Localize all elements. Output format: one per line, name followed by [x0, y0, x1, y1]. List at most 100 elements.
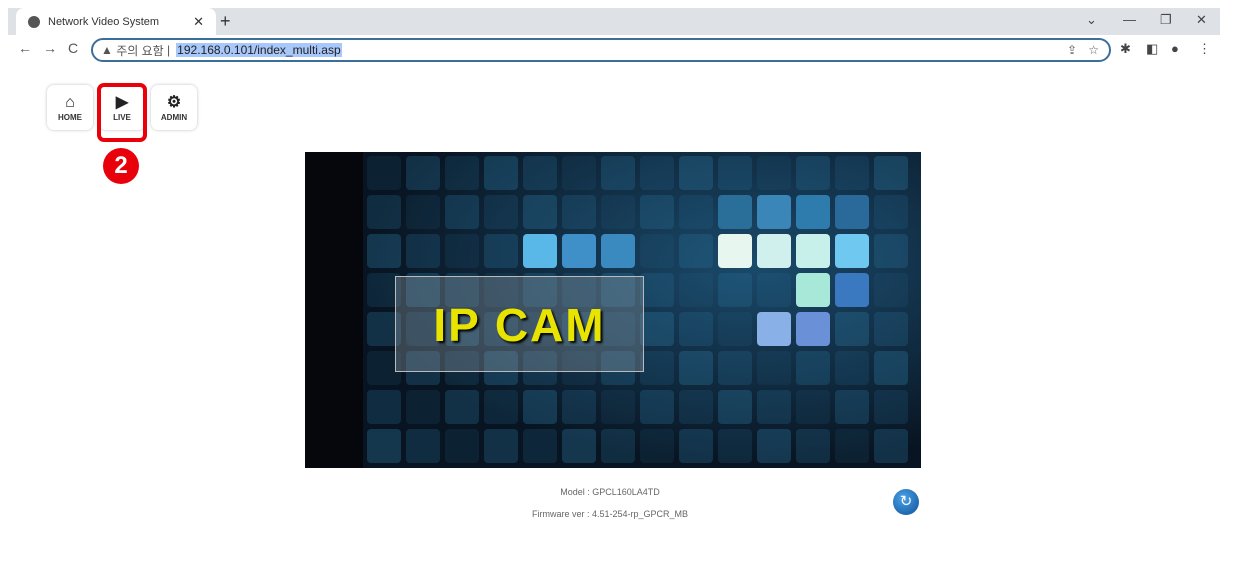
bookmark-star-icon[interactable]: ☆ — [1088, 43, 1099, 57]
home-label: HOME — [58, 113, 82, 122]
video-tile — [601, 390, 635, 424]
step-badge: 2 — [103, 148, 139, 184]
video-tile — [523, 156, 557, 190]
video-tile — [757, 351, 791, 385]
video-tile — [835, 351, 869, 385]
share-icon[interactable]: ⇪ — [1067, 43, 1077, 57]
video-tile — [484, 234, 518, 268]
video-tile — [640, 390, 674, 424]
video-tile — [445, 234, 479, 268]
video-tile — [640, 351, 674, 385]
home-button[interactable]: ⌂ HOME — [47, 85, 93, 130]
video-tile — [718, 195, 752, 229]
video-tile — [679, 273, 713, 307]
video-tile — [562, 234, 596, 268]
video-tile — [445, 390, 479, 424]
video-tile — [874, 312, 908, 346]
video-tile — [523, 390, 557, 424]
video-tile — [796, 156, 830, 190]
back-icon[interactable]: ← — [18, 40, 32, 56]
forward-icon[interactable]: → — [43, 40, 57, 56]
video-tile — [484, 195, 518, 229]
video-tile — [445, 156, 479, 190]
tab-bar: Network Video System ✕ + ⌄ — ❐ ✕ — [8, 8, 1220, 35]
model-text: Model : GPCL160LA4TD — [560, 487, 660, 497]
video-tile — [445, 429, 479, 463]
minimize-button[interactable]: — — [1123, 12, 1136, 27]
video-tile — [484, 156, 518, 190]
video-tile — [367, 156, 401, 190]
video-tile — [718, 390, 752, 424]
video-tile — [835, 429, 869, 463]
extensions-icon[interactable]: ✱ — [1120, 41, 1131, 57]
video-tile — [757, 195, 791, 229]
video-tile — [718, 273, 752, 307]
side-panel-icon[interactable]: ◧ — [1146, 41, 1158, 57]
video-tile — [367, 234, 401, 268]
video-tile — [796, 351, 830, 385]
video-tile — [874, 351, 908, 385]
video-tile — [718, 351, 752, 385]
video-tile — [406, 234, 440, 268]
reload-icon[interactable]: C — [68, 40, 78, 56]
video-tile — [679, 234, 713, 268]
video-tile — [679, 195, 713, 229]
refresh-icon[interactable]: ↻ — [893, 489, 919, 515]
browser-toolbar: ← → C ▲ 주의 요함 | 192.168.0.101/index_mult… — [8, 35, 1220, 65]
browser-tab[interactable]: Network Video System ✕ — [16, 8, 216, 35]
url-text[interactable]: 192.168.0.101/index_multi.asp — [176, 43, 342, 57]
video-tile — [562, 429, 596, 463]
gear-icon: ⚙ — [166, 94, 182, 111]
close-tab-icon[interactable]: ✕ — [193, 14, 204, 30]
video-tile — [523, 195, 557, 229]
restore-button[interactable]: ❐ — [1160, 12, 1172, 28]
warning-icon: ▲ — [101, 43, 117, 57]
video-tile — [640, 273, 674, 307]
video-tile — [484, 429, 518, 463]
security-label[interactable]: 주의 요함 — [116, 42, 164, 59]
close-window-button[interactable]: ✕ — [1196, 12, 1207, 28]
video-overlay-text: IP CAM — [395, 276, 644, 372]
video-tile — [757, 390, 791, 424]
video-tile — [874, 234, 908, 268]
video-tile — [757, 156, 791, 190]
new-tab-button[interactable]: + — [220, 11, 231, 32]
video-tile — [874, 429, 908, 463]
video-tile — [601, 234, 635, 268]
video-tile — [601, 195, 635, 229]
video-tile — [406, 156, 440, 190]
video-tile — [679, 351, 713, 385]
video-tile — [718, 312, 752, 346]
video-tile — [484, 390, 518, 424]
globe-icon — [28, 15, 40, 28]
menu-icon[interactable]: ⋮ — [1198, 41, 1211, 57]
address-bar[interactable]: ▲ 주의 요함 | 192.168.0.101/index_multi.asp … — [91, 38, 1111, 62]
video-tile — [835, 195, 869, 229]
video-tile — [523, 429, 557, 463]
video-tile — [757, 429, 791, 463]
firmware-text: Firmware ver : 4.51-254-rp_GPCR_MB — [531, 509, 689, 519]
video-tile — [796, 234, 830, 268]
admin-label: ADMIN — [160, 113, 188, 122]
admin-button[interactable]: ⚙ ADMIN — [151, 85, 197, 130]
video-tile — [757, 234, 791, 268]
video-tile — [406, 195, 440, 229]
video-tile — [757, 312, 791, 346]
live-video[interactable]: IP CAM — [305, 152, 921, 468]
video-tile — [367, 390, 401, 424]
video-tile — [562, 195, 596, 229]
video-tile — [601, 429, 635, 463]
profile-icon[interactable]: ● — [1171, 41, 1179, 56]
video-tile — [757, 273, 791, 307]
video-tile — [874, 273, 908, 307]
video-tile — [406, 429, 440, 463]
video-tile — [406, 390, 440, 424]
tab-title: Network Video System — [48, 15, 160, 28]
video-tile — [796, 390, 830, 424]
video-tile — [640, 195, 674, 229]
tab-search-icon[interactable]: ⌄ — [1086, 12, 1097, 28]
video-tile — [874, 156, 908, 190]
video-tile — [679, 156, 713, 190]
video-tile — [367, 195, 401, 229]
video-tile — [874, 195, 908, 229]
